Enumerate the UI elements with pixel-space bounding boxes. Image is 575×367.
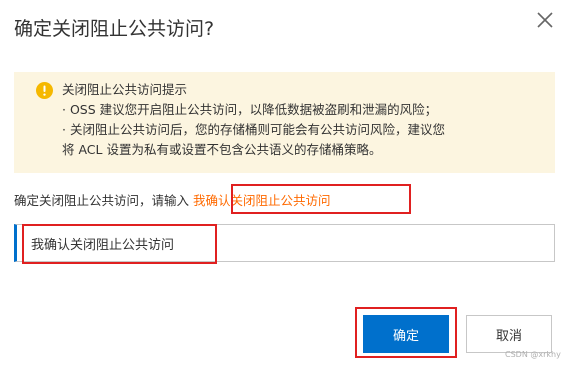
- warning-line: · 关闭阻止公共访问后，您的存储桶则可能会有公共访问风险，建议您: [62, 122, 445, 137]
- warning-text: 关闭阻止公共访问提示 · OSS 建议您开启阻止公共访问，以降低数据被盗刷和泄漏…: [62, 80, 445, 160]
- instruction-prefix: 确定关闭阻止公共访问，请输入: [14, 193, 190, 208]
- close-icon: [534, 9, 556, 31]
- confirm-button[interactable]: 确定: [363, 315, 449, 353]
- cancel-button[interactable]: 取消: [466, 315, 552, 353]
- watermark: CSDN @xrkhy: [505, 350, 561, 359]
- phrase-annotation-box: [231, 184, 411, 214]
- warning-icon: [36, 82, 53, 99]
- close-public-access-dialog: 确定关闭阻止公共访问? 关闭阻止公共访问提示 · OSS 建议您开启阻止公共访问…: [0, 0, 575, 367]
- warning-heading: 关闭阻止公共访问提示: [62, 82, 188, 97]
- warning-line: · OSS 建议您开启阻止公共访问，以降低数据被盗刷和泄漏的风险；: [62, 102, 438, 117]
- warning-alert: 关闭阻止公共访问提示 · OSS 建议您开启阻止公共访问，以降低数据被盗刷和泄漏…: [14, 72, 555, 173]
- close-button[interactable]: [534, 9, 556, 31]
- warning-line: 将 ACL 设置为私有或设置不包含公共语义的存储桶策略。: [62, 142, 382, 157]
- dialog-title: 确定关闭阻止公共访问?: [14, 18, 215, 40]
- confirm-phrase-input[interactable]: [14, 224, 555, 262]
